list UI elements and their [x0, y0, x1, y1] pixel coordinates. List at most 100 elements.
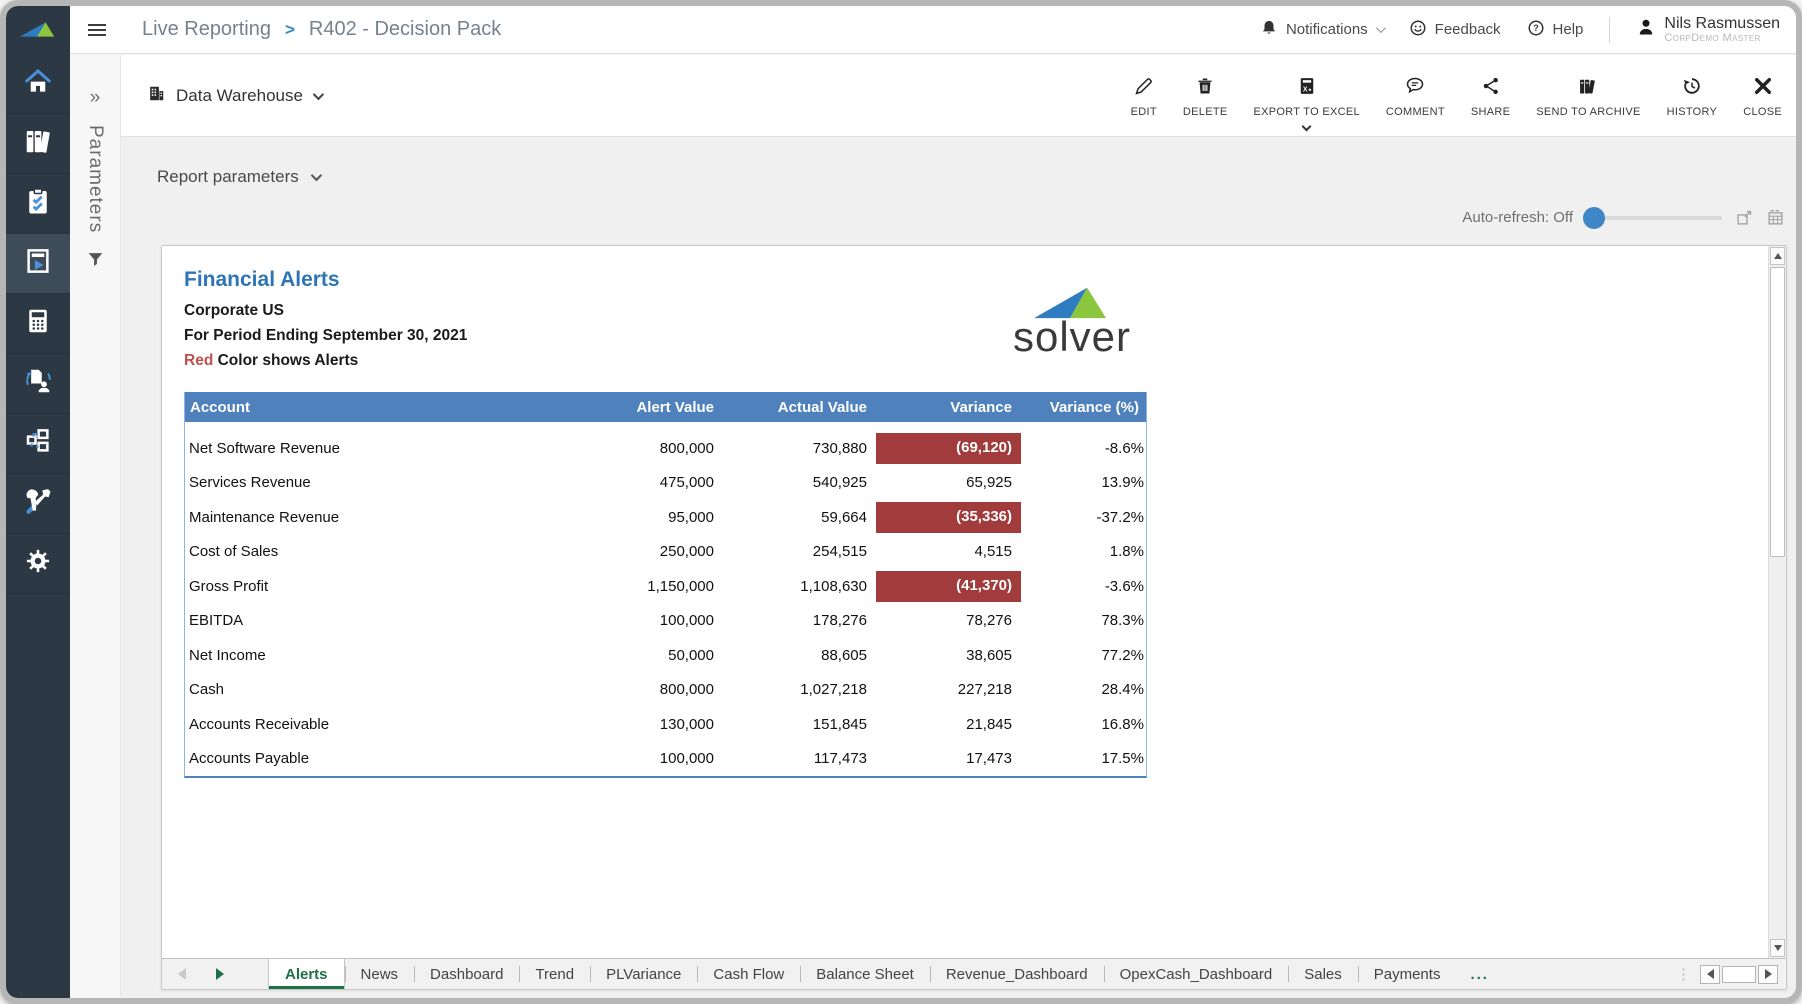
table-row: Net Income 50,000 88,605 38,605 77.2% — [185, 638, 1146, 673]
sidebar-item-process[interactable] — [6, 414, 70, 474]
delete-button[interactable]: DELETE — [1183, 76, 1228, 118]
sidebar-item-tasks[interactable] — [6, 174, 70, 234]
export-to-excel-button[interactable]: X EXPORT TO EXCEL — [1254, 76, 1360, 130]
cell-account: EBITDA — [185, 612, 535, 629]
drag-handle-icon[interactable]: ⋮ — [1676, 965, 1692, 983]
building-icon — [147, 84, 166, 108]
hscroll-left-button[interactable] — [1700, 965, 1720, 984]
action-label: SEND TO ARCHIVE — [1536, 106, 1640, 118]
table-row: Cost of Sales 250,000 254,515 4,515 1.8% — [185, 535, 1146, 570]
cell-actual-value: 117,473 — [723, 750, 876, 767]
solver-logo-text: solver — [992, 319, 1152, 355]
sidebar-item-settings[interactable] — [6, 534, 70, 594]
cell-variance: 4,515 — [876, 535, 1021, 570]
top-bar: Live Reporting > R402 - Decision Pack No… — [70, 6, 1796, 54]
column-header-actual-value: Actual Value — [723, 399, 876, 416]
sheet-tab-trend[interactable]: Trend — [519, 959, 590, 989]
report-parameters-toggle[interactable]: Report parameters — [157, 167, 319, 187]
cell-variance: 65,925 — [876, 466, 1021, 501]
auto-refresh-slider[interactable] — [1587, 216, 1722, 220]
sheet-tab-sales[interactable]: Sales — [1288, 959, 1358, 989]
slider-knob[interactable] — [1583, 207, 1605, 229]
svg-text:?: ? — [1533, 23, 1539, 33]
grid-view-icon[interactable] — [1767, 209, 1784, 226]
user-role: CorpDemo Master — [1664, 32, 1780, 44]
parameters-panel-label[interactable]: Parameters — [84, 125, 106, 233]
report-toolbar: Data Warehouse EDIT DELETE X EXPORT TO E… — [121, 55, 1796, 137]
live-report-icon — [23, 246, 53, 281]
expand-panel-button[interactable]: » — [90, 87, 101, 109]
scroll-up-button[interactable] — [1770, 247, 1785, 265]
main-area: Data Warehouse EDIT DELETE X EXPORT TO E… — [121, 55, 1796, 998]
history-button[interactable]: HISTORY — [1667, 76, 1718, 118]
action-label: CLOSE — [1743, 106, 1782, 118]
sheet-tabs: Alerts News Dashboard Trend PLVariance C… — [268, 959, 1503, 989]
sidebar-item-planning[interactable] — [6, 294, 70, 354]
tab-scroll-right-button[interactable] — [216, 968, 224, 980]
tab-scroll-left-button[interactable] — [178, 968, 186, 980]
sidebar-item-library[interactable] — [6, 114, 70, 174]
report-card: Financial Alerts Corporate US For Period… — [161, 245, 1787, 990]
scroll-down-button[interactable] — [1770, 939, 1785, 957]
report-entity: Corporate US — [184, 302, 284, 320]
sidebar — [6, 6, 70, 998]
sheet-tab-news[interactable]: News — [345, 959, 415, 989]
action-label: SHARE — [1471, 106, 1510, 118]
horizontal-scrollbar: ⋮ — [1676, 959, 1786, 989]
action-label: HISTORY — [1667, 106, 1718, 118]
feedback-button[interactable]: Feedback — [1409, 19, 1501, 41]
sidebar-item-administration[interactable] — [6, 474, 70, 534]
sheet-tab-revenue-dashboard[interactable]: Revenue_Dashboard — [930, 959, 1104, 989]
table-row: Accounts Payable 100,000 117,473 17,473 … — [185, 742, 1146, 777]
notifications-button[interactable]: Notifications — [1260, 19, 1383, 41]
comment-button[interactable]: COMMENT — [1386, 76, 1445, 118]
report-canvas: Financial Alerts Corporate US For Period… — [162, 246, 1786, 958]
table-row: Cash 800,000 1,027,218 227,218 28.4% — [185, 673, 1146, 708]
hamburger-menu-icon[interactable] — [88, 21, 106, 39]
scrollbar-thumb[interactable] — [1770, 267, 1785, 557]
sheet-tab-payments[interactable]: Payments — [1358, 959, 1457, 989]
vertical-scrollbar[interactable] — [1768, 246, 1786, 958]
close-button[interactable]: CLOSE — [1743, 76, 1782, 118]
alert-highlight: (35,336) — [876, 502, 1021, 533]
sheet-tab-plvariance[interactable]: PLVariance — [590, 959, 697, 989]
sidebar-item-home[interactable] — [6, 54, 70, 114]
sheet-tab-balance-sheet[interactable]: Balance Sheet — [800, 959, 930, 989]
cell-account: Net Income — [185, 647, 535, 664]
datasource-dropdown[interactable]: Data Warehouse — [147, 84, 321, 108]
smiley-icon — [1409, 19, 1427, 41]
hscroll-right-button[interactable] — [1758, 965, 1778, 984]
cell-variance: (41,370) — [876, 569, 1021, 604]
action-label: DELETE — [1183, 106, 1228, 118]
edit-button[interactable]: EDIT — [1131, 76, 1157, 118]
sheet-tab-alerts[interactable]: Alerts — [268, 959, 345, 989]
breadcrumb-section[interactable]: Live Reporting — [142, 18, 271, 41]
sidebar-item-assignments[interactable] — [6, 354, 70, 414]
parameters-panel: » Parameters — [70, 55, 121, 998]
table-row: Gross Profit 1,150,000 1,108,630 (41,370… — [185, 569, 1146, 604]
cell-account: Maintenance Revenue — [185, 509, 535, 526]
trash-icon — [1195, 76, 1215, 99]
sheet-tab-opexcash-dashboard[interactable]: OpexCash_Dashboard — [1104, 959, 1289, 989]
document-user-sync-icon — [23, 366, 53, 401]
breadcrumb-page: R402 - Decision Pack — [309, 18, 501, 41]
share-button[interactable]: SHARE — [1471, 76, 1510, 118]
help-button[interactable]: ? Help — [1527, 19, 1584, 41]
sheet-tabs-overflow-button[interactable]: ... — [1456, 959, 1503, 989]
cell-account: Services Revenue — [185, 474, 535, 491]
cell-account: Gross Profit — [185, 578, 535, 595]
hscroll-thumb[interactable] — [1722, 966, 1756, 983]
sidebar-item-live-reporting[interactable] — [6, 234, 70, 294]
user-menu[interactable]: Nils Rasmussen CorpDemo Master — [1636, 15, 1780, 44]
breadcrumb: Live Reporting > R402 - Decision Pack — [142, 18, 501, 41]
cell-variance: 78,276 — [876, 604, 1021, 639]
open-fullscreen-icon[interactable] — [1736, 209, 1753, 226]
cell-variance-pct: 1.8% — [1021, 543, 1148, 560]
sheet-tab-dashboard[interactable]: Dashboard — [414, 959, 519, 989]
filter-funnel-icon[interactable] — [87, 251, 104, 273]
cell-actual-value: 178,276 — [723, 612, 876, 629]
send-to-archive-button[interactable]: SEND TO ARCHIVE — [1536, 76, 1640, 118]
triangle-down-icon — [1774, 945, 1782, 951]
sheet-tab-cash-flow[interactable]: Cash Flow — [697, 959, 800, 989]
report-period: For Period Ending September 30, 2021 — [184, 327, 467, 345]
